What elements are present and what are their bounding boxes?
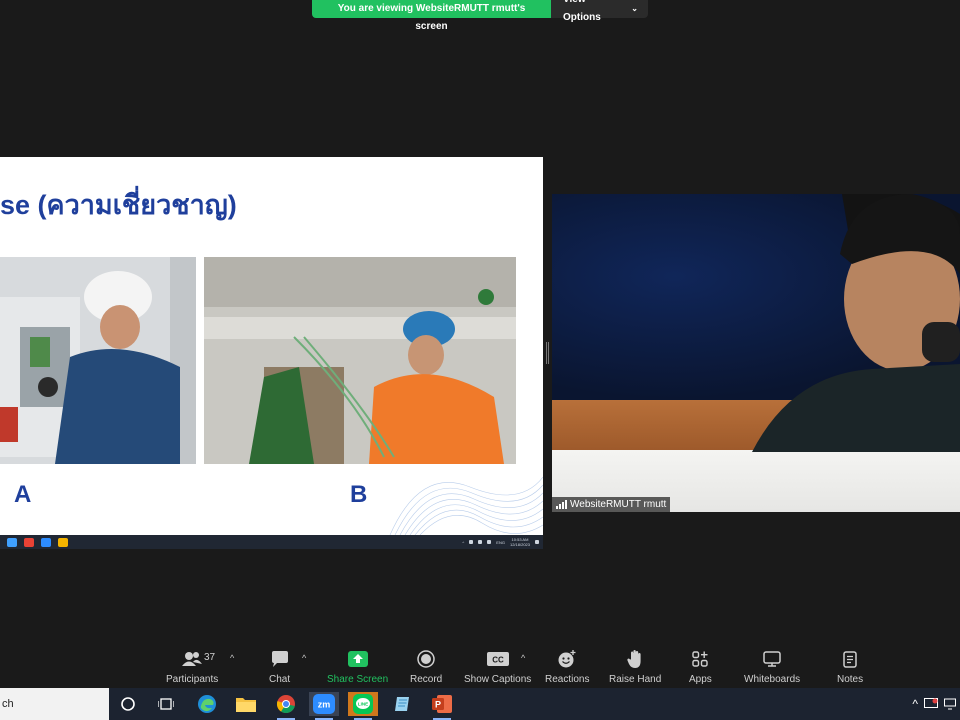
photo-electrician-a	[0, 257, 196, 464]
raise-hand-icon	[627, 648, 643, 670]
taskbar-edge-button[interactable]	[192, 692, 222, 716]
remote-volume-icon	[487, 540, 492, 544]
record-button[interactable]: Record	[410, 648, 442, 685]
reactions-button[interactable]: Reactions	[545, 648, 589, 685]
signal-bars-icon	[556, 500, 567, 509]
chat-caret-icon[interactable]: ^	[302, 653, 306, 663]
chat-button[interactable]: Chat	[269, 648, 290, 685]
taskbar-notes-app-button[interactable]	[388, 692, 418, 716]
taskbar-line-button[interactable]: LINE	[348, 692, 378, 720]
participants-label: Participants	[166, 674, 219, 685]
view-options-label: View Options	[563, 0, 601, 23]
participant-video-tile[interactable]	[552, 194, 960, 512]
chrome-icon	[276, 695, 295, 714]
powerpoint-icon: P	[432, 695, 452, 713]
line-app-icon: LINE	[353, 694, 373, 714]
taskbar-zoom-button[interactable]: zm	[309, 692, 339, 720]
remote-mic-icon	[469, 540, 474, 544]
participant-name-tag: WebsiteRMUTT rmutt	[552, 497, 671, 512]
remote-taskbar: ^ ENG 10:53 AM 12/18/2023	[0, 535, 543, 549]
slide-title: se (ความเชี่ยวชาญ)	[0, 190, 237, 220]
taskbar-powerpoint-button[interactable]: P	[427, 692, 457, 720]
svg-text:CC: CC	[492, 656, 504, 665]
remote-network-icon	[478, 540, 483, 544]
splitter-handle[interactable]	[546, 342, 549, 364]
svg-text:P: P	[435, 700, 441, 710]
screen-share-banner: You are viewing WebsiteRMUTT rmutt's scr…	[312, 0, 648, 32]
tray-network-icon[interactable]	[944, 698, 956, 710]
task-view-button[interactable]	[151, 692, 181, 716]
record-label: Record	[410, 674, 443, 685]
option-b-label: B	[350, 481, 368, 508]
zoom-app-icon: zm	[313, 694, 335, 714]
remote-edge-icon	[7, 537, 17, 547]
notes-button[interactable]: Notes	[837, 648, 863, 685]
remote-tray-chevron-icon: ^	[462, 539, 465, 545]
task-view-circle-button[interactable]	[113, 692, 143, 716]
raise-hand-button[interactable]: Raise Hand	[609, 648, 661, 685]
captions-icon: CC	[486, 648, 509, 670]
share-screen-label: Share Screen	[327, 674, 389, 685]
chat-icon	[271, 648, 289, 670]
share-screen-icon	[347, 648, 368, 670]
remote-notification-icon	[535, 540, 539, 544]
taskbar-search-box[interactable]: ch	[0, 688, 109, 720]
show-captions-label: Show Captions	[464, 674, 532, 685]
reactions-label: Reactions	[545, 674, 590, 685]
whiteboards-label: Whiteboards	[744, 674, 801, 685]
share-screen-button[interactable]: Share Screen	[327, 648, 388, 685]
zoom-meeting-window: You are viewing WebsiteRMUTT rmutt's scr…	[0, 0, 960, 720]
whiteboards-icon	[763, 648, 781, 670]
remote-chrome-alt-icon	[58, 537, 68, 547]
view-options-button[interactable]: View Options ⌄	[551, 0, 648, 23]
raise-hand-label: Raise Hand	[609, 674, 662, 685]
folder-icon	[236, 698, 256, 712]
participant-figure	[752, 194, 960, 452]
participants-icon	[181, 648, 203, 670]
notes-icon	[843, 648, 857, 670]
remote-system-tray: ^ ENG 10:53 AM 12/18/2023	[462, 535, 539, 549]
notes-app-icon	[395, 697, 409, 711]
viewing-screen-text: You are viewing WebsiteRMUTT rmutt's scr…	[312, 0, 551, 32]
whiteboards-button[interactable]: Whiteboards	[744, 648, 800, 685]
reactions-icon	[557, 648, 577, 670]
cortana-circle-icon	[121, 697, 135, 711]
remote-clock: 10:53 AM 12/18/2023	[510, 537, 530, 547]
photo-technician-b	[204, 257, 516, 464]
task-view-icon	[158, 698, 174, 710]
chat-label: Chat	[269, 674, 291, 685]
windows-taskbar: ch zm LINE P ^	[0, 688, 960, 720]
participant-name: WebsiteRMUTT rmutt	[570, 499, 667, 510]
svg-text:LINE: LINE	[358, 702, 368, 707]
meeting-toolbar: Participants 37 ^ Chat ^ Share Screen Re…	[0, 645, 960, 688]
record-icon	[417, 648, 435, 670]
participants-caret-icon[interactable]: ^	[230, 653, 234, 663]
apps-button[interactable]: Apps	[689, 648, 712, 685]
remote-chrome-icon	[24, 537, 34, 547]
tray-overflow-icon[interactable]: ^	[912, 697, 918, 711]
remote-lang: ENG	[496, 539, 505, 545]
participants-count: 37	[204, 652, 216, 663]
notes-label: Notes	[837, 674, 864, 685]
apps-label: Apps	[689, 674, 712, 685]
chevron-down-icon: ⌄	[631, 4, 638, 13]
apps-icon	[692, 648, 709, 670]
decorative-wave	[389, 476, 543, 535]
remote-clock-date: 12/18/2023	[509, 542, 530, 547]
svg-text:zm: zm	[318, 700, 331, 710]
shared-screen-slide: se (ความเชี่ยวชาญ) A B	[0, 157, 543, 535]
windows-system-tray: ^	[912, 688, 960, 720]
option-a-label: A	[14, 481, 32, 508]
taskbar-chrome-button[interactable]	[271, 692, 301, 720]
captions-caret-icon[interactable]: ^	[521, 653, 525, 663]
tray-display-icon[interactable]	[924, 698, 938, 710]
remote-zoom-icon	[41, 537, 51, 547]
taskbar-file-explorer-button[interactable]	[231, 692, 261, 716]
edge-icon	[198, 695, 216, 713]
